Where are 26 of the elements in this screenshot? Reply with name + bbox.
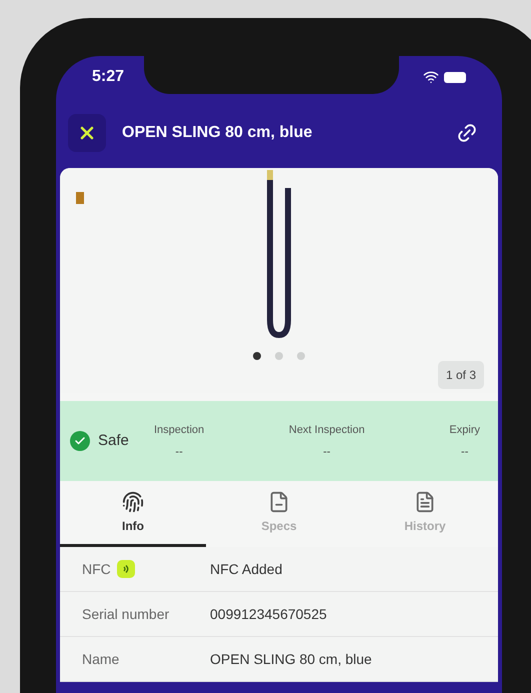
document-icon xyxy=(414,490,436,512)
field-value: 009912345670525 xyxy=(210,604,327,624)
field-value: OPEN SLING 80 cm, blue xyxy=(210,650,372,668)
close-button[interactable] xyxy=(68,114,106,152)
fingerprint-icon xyxy=(122,490,144,512)
page-title: OPEN SLING 80 cm, blue xyxy=(122,123,314,143)
field-label: Name xyxy=(82,650,120,668)
status-field-value: -- xyxy=(175,445,183,460)
field-value: NFC Added xyxy=(210,560,282,578)
status-field-label: Expiry xyxy=(449,422,480,438)
status-field-label: Next Inspection xyxy=(288,422,365,438)
status-field-value: -- xyxy=(323,445,330,460)
tab[interactable]: History xyxy=(352,481,498,547)
image-counter: 1 of 3 xyxy=(438,361,484,389)
field-label: Serial number xyxy=(82,604,170,624)
wifi-icon xyxy=(423,69,439,85)
document-icon xyxy=(268,490,290,512)
status-field-label: Inspection xyxy=(154,422,204,438)
status-time: 5:27 xyxy=(92,67,124,87)
status-field-value: -- xyxy=(461,445,468,460)
tab[interactable]: Specs xyxy=(206,481,352,547)
check-icon xyxy=(70,431,90,451)
field-label: NFC xyxy=(82,560,111,578)
safety-status: Safe xyxy=(98,430,129,451)
nfc-icon xyxy=(116,560,135,578)
battery-icon xyxy=(444,72,466,82)
